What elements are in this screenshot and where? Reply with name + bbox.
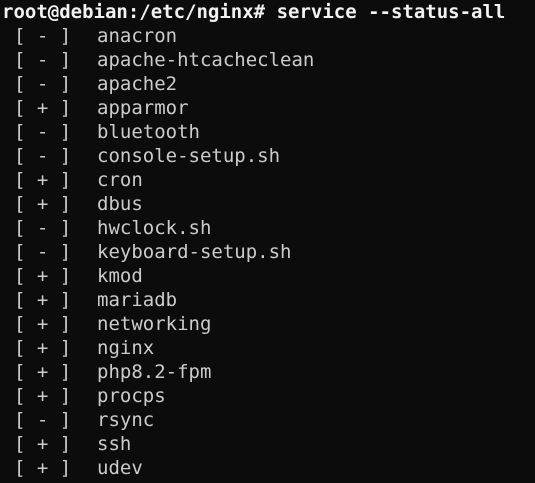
service-name: hwclock.sh [97, 217, 212, 239]
service-status: [ + ] [14, 169, 72, 191]
service-name: cron [97, 169, 143, 191]
service-name: udev [97, 457, 143, 479]
service-row: [ + ] apparmor [0, 96, 535, 120]
service-name: kmod [97, 265, 143, 287]
service-row: [ + ] networking [0, 312, 535, 336]
service-name: apparmor [97, 97, 189, 119]
service-row: [ - ] anacron [0, 24, 535, 48]
service-status: [ - ] [14, 145, 72, 167]
service-status: [ + ] [14, 337, 72, 359]
service-status: [ + ] [14, 289, 72, 311]
command-line: root@debian:/etc/nginx# service --status… [0, 0, 535, 24]
service-name: dbus [97, 193, 143, 215]
service-row: [ + ] php8.2-fpm [0, 360, 535, 384]
service-row: [ - ] apache2 [0, 72, 535, 96]
service-list: [ - ] anacron[ - ] apache-htcacheclean[ - … [0, 24, 535, 480]
service-row: [ - ] keyboard-setup.sh [0, 240, 535, 264]
service-row: [ + ] cron [0, 168, 535, 192]
service-status: [ + ] [14, 193, 72, 215]
service-row: [ + ] mariadb [0, 288, 535, 312]
service-name: procps [97, 385, 166, 407]
shell-prompt: root@debian:/etc/nginx# [2, 1, 266, 23]
service-name: apache2 [97, 73, 178, 95]
service-name: bluetooth [97, 121, 200, 143]
service-name: keyboard-setup.sh [97, 241, 292, 263]
service-name: ssh [97, 433, 132, 455]
service-row: [ + ] kmod [0, 264, 535, 288]
service-status: [ + ] [14, 313, 72, 335]
service-status: [ - ] [14, 217, 72, 239]
service-row: [ + ] udev [0, 456, 535, 480]
service-name: anacron [97, 25, 178, 47]
service-row: [ + ] ssh [0, 432, 535, 456]
service-name: networking [97, 313, 212, 335]
service-row: [ - ] hwclock.sh [0, 216, 535, 240]
service-status: [ + ] [14, 361, 72, 383]
service-status: [ - ] [14, 49, 72, 71]
service-status: [ - ] [14, 25, 72, 47]
service-name: php8.2-fpm [97, 361, 212, 383]
service-row: [ - ] rsync [0, 408, 535, 432]
service-name: nginx [97, 337, 155, 359]
service-status: [ - ] [14, 121, 72, 143]
service-status: [ + ] [14, 433, 72, 455]
service-row: [ - ] console-setup.sh [0, 144, 535, 168]
service-name: rsync [97, 409, 155, 431]
service-row: [ + ] nginx [0, 336, 535, 360]
service-row: [ + ] procps [0, 384, 535, 408]
command-text: service --status-all [276, 1, 506, 23]
service-name: apache-htcacheclean [97, 49, 315, 71]
terminal-window[interactable]: root@debian:/etc/nginx# service --status… [0, 0, 535, 483]
service-row: [ - ] bluetooth [0, 120, 535, 144]
service-row: [ - ] apache-htcacheclean [0, 48, 535, 72]
service-row: [ + ] dbus [0, 192, 535, 216]
service-status: [ - ] [14, 73, 72, 95]
service-status: [ - ] [14, 241, 72, 263]
service-status: [ + ] [14, 97, 72, 119]
service-status: [ + ] [14, 457, 72, 479]
service-status: [ + ] [14, 265, 72, 287]
service-name: console-setup.sh [97, 145, 281, 167]
service-status: [ + ] [14, 385, 72, 407]
service-status: [ - ] [14, 409, 72, 431]
service-name: mariadb [97, 289, 178, 311]
